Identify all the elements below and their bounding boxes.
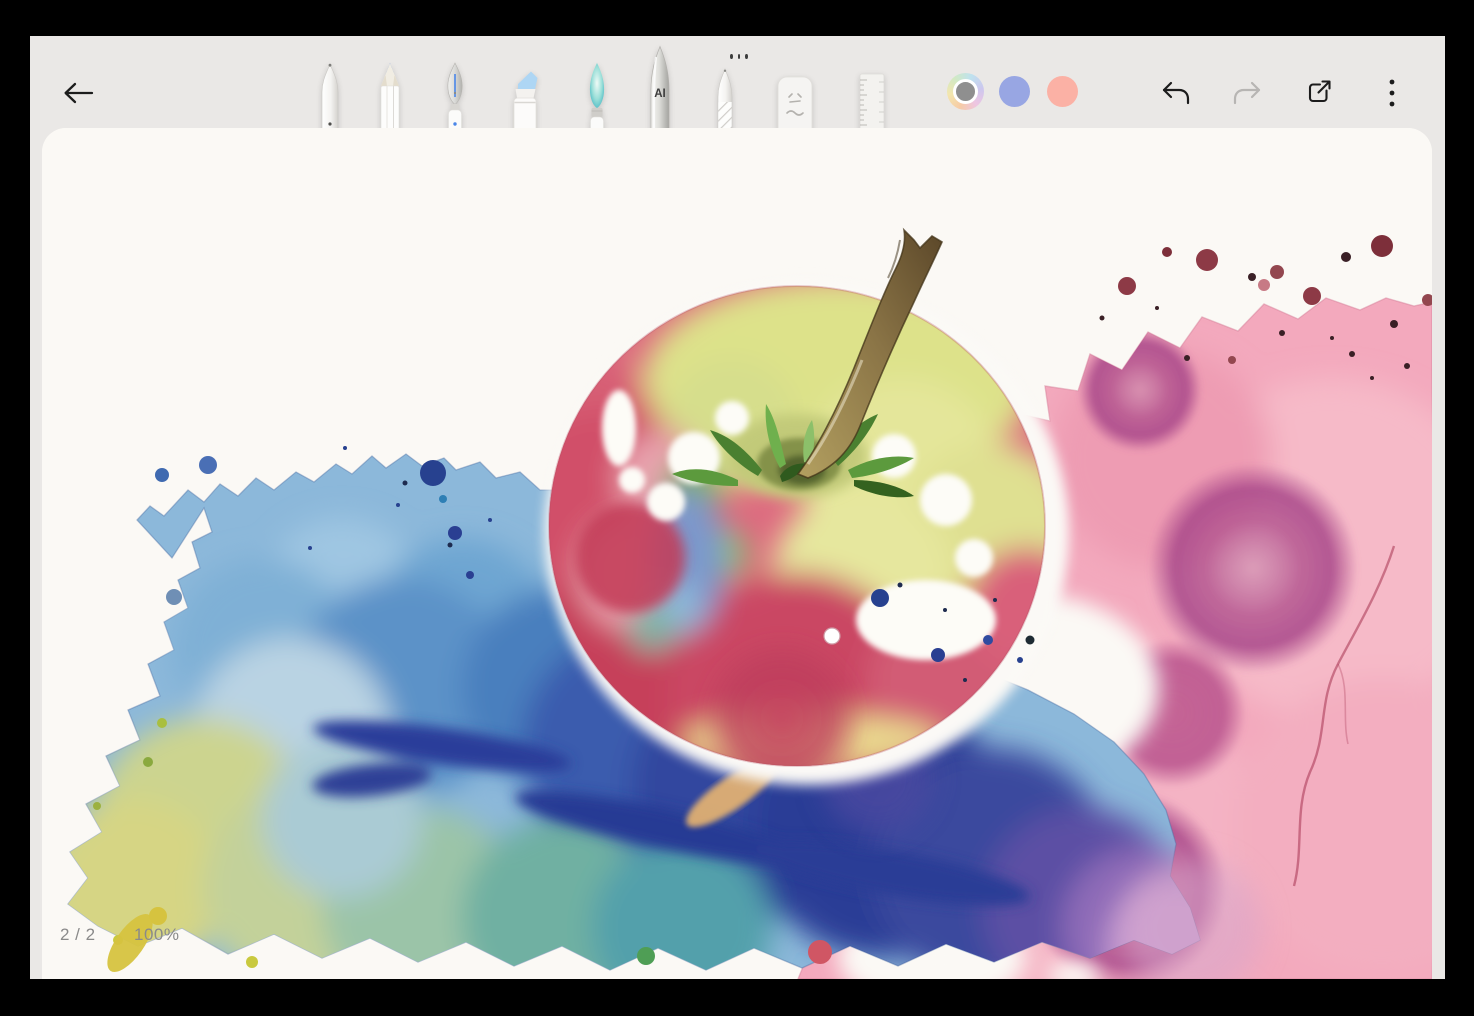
color-swatch-periwinkle[interactable] — [999, 76, 1030, 107]
back-arrow-icon — [61, 78, 95, 108]
watercolor-apple-artwork — [42, 128, 1432, 979]
ai-pen-icon: AI — [644, 45, 676, 140]
tablet-screen: AI — [0, 0, 1474, 1016]
tool-ai-pen[interactable]: AI — [644, 45, 676, 140]
kebab-menu-icon — [1388, 78, 1396, 108]
redo-icon — [1233, 80, 1263, 106]
undo-button[interactable] — [1153, 71, 1197, 115]
export-button[interactable] — [1297, 70, 1341, 114]
drawing-app-window: AI — [30, 36, 1445, 979]
export-icon — [1305, 78, 1333, 106]
more-menu-button[interactable] — [1370, 71, 1414, 115]
ellipsis-dot — [745, 54, 748, 59]
back-button[interactable] — [56, 71, 100, 115]
redo-button[interactable] — [1226, 71, 1270, 115]
undo-icon — [1160, 80, 1190, 106]
ellipsis-dot — [738, 54, 741, 59]
more-tools-handle[interactable] — [724, 48, 754, 64]
ellipsis-dot — [730, 54, 733, 59]
zoom-level: 100% — [134, 925, 179, 945]
drawing-canvas[interactable]: 2 / 2 100% — [42, 128, 1432, 979]
ai-pen-label: AI — [654, 88, 666, 100]
color-picker-current-color — [953, 79, 978, 104]
page-indicator: 2 / 2 — [60, 925, 96, 945]
color-picker-swatch[interactable] — [947, 73, 984, 110]
color-swatch-salmon[interactable] — [1047, 76, 1078, 107]
